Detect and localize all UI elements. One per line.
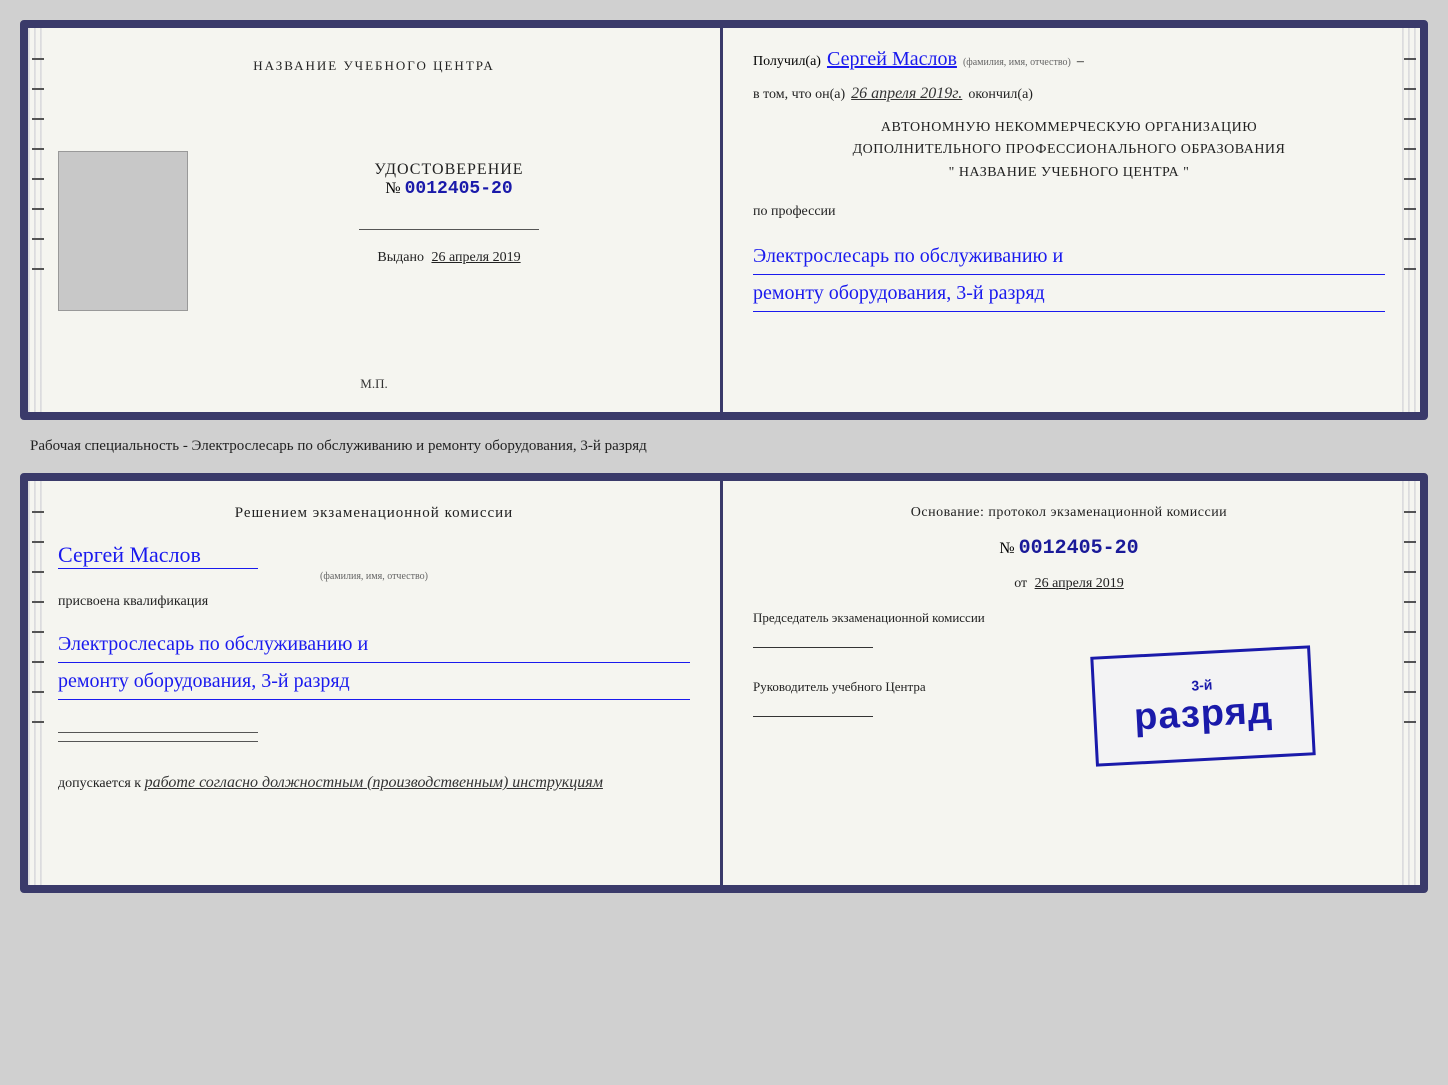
- vydano-block: Выдано 26 апреля 2019: [377, 250, 520, 266]
- spine-mark: [32, 88, 44, 90]
- vydano-label: Выдано: [377, 250, 424, 265]
- card2-left: Решением экзаменационной комиссии Сергей…: [28, 481, 720, 885]
- org-line3: " НАЗВАНИЕ УЧЕБНОГО ЦЕНТРА ": [753, 162, 1385, 184]
- spine-mark: [1404, 691, 1416, 693]
- qualification-stamp: 3-й разряд: [1090, 645, 1315, 766]
- spine-mark: [32, 631, 44, 633]
- spine-mark: [32, 661, 44, 663]
- udostoverenie-number: 0012405-20: [405, 179, 513, 199]
- qualification-block: Электрослесарь по обслуживанию и ремонту…: [58, 622, 690, 700]
- spine-mark: [1404, 268, 1416, 270]
- org-block: АВТОНОМНУЮ НЕКОММЕРЧЕСКУЮ ОРГАНИЗАЦИЮ ДО…: [753, 117, 1385, 184]
- recipient-name: Сергей Маслов: [827, 48, 957, 71]
- spine-mark: [32, 721, 44, 723]
- rukovoditel-sign-line: [753, 697, 873, 717]
- qualification-line1: Электрослесарь по обслуживанию и: [58, 626, 690, 663]
- spine-mark: [1404, 571, 1416, 573]
- spine-mark: [32, 511, 44, 513]
- school-name-top: НАЗВАНИЕ УЧЕБНОГО ЦЕНТРА: [253, 58, 494, 74]
- right-marks: [1404, 58, 1416, 270]
- qualification-line2: ремонту оборудования, 3-й разряд: [58, 663, 690, 700]
- left-spine-marks-2: [32, 511, 44, 723]
- okochnil-label: окончил(а): [968, 87, 1033, 103]
- vtom-label: в том, что он(а): [753, 87, 845, 103]
- photo-placeholder: [58, 151, 188, 311]
- divider-line: [359, 229, 539, 230]
- number-prefix: №: [385, 180, 400, 198]
- mp-label: М.П.: [360, 376, 387, 392]
- dopuskaetsya-text: работе согласно должностным (производств…: [145, 774, 603, 791]
- number-prefix-2: №: [999, 540, 1014, 558]
- profession-line2: ремонту оборудования, 3-й разряд: [753, 275, 1385, 312]
- osnovanie: Основание: протокол экзаменационной коми…: [753, 505, 1385, 521]
- spine-mark: [1404, 541, 1416, 543]
- right-marks-2: [1404, 511, 1416, 723]
- left-spine-marks: [32, 58, 44, 270]
- ot-prefix: от: [1014, 576, 1027, 591]
- spine-mark: [32, 238, 44, 240]
- document-card-1: НАЗВАНИЕ УЧЕБНОГО ЦЕНТРА УДОСТОВЕРЕНИЕ №…: [20, 20, 1428, 420]
- spine-mark: [32, 58, 44, 60]
- card2-right: Основание: протокол экзаменационной коми…: [723, 481, 1420, 885]
- fio-small-2: (фамилия, имя, отчество): [58, 571, 690, 582]
- spine-mark: [1404, 601, 1416, 603]
- predsedatel-label: Председатель экзаменационной комиссии: [753, 608, 1385, 628]
- spine-mark: [32, 691, 44, 693]
- poluchil-line: Получил(а) Сергей Маслов (фамилия, имя, …: [753, 48, 1385, 71]
- profession-line1: Электрослесарь по обслуживанию и: [753, 238, 1385, 275]
- vtom-line: в том, что он(а) 26 апреля 2019г. окончи…: [753, 85, 1385, 103]
- spine-mark: [32, 601, 44, 603]
- sign-lines-block: [58, 728, 690, 746]
- dopuskaetsya-block: допускается к работе согласно должностны…: [58, 774, 690, 792]
- stamp-line2: разряд: [1133, 689, 1274, 739]
- po-professii: по профессии: [753, 204, 1385, 220]
- udostoverenie-title: УДОСТОВЕРЕНИЕ: [374, 161, 523, 179]
- spine-mark: [32, 208, 44, 210]
- org-line1: АВТОНОМНУЮ НЕКОММЕРЧЕСКУЮ ОРГАНИЗАЦИЮ: [753, 117, 1385, 139]
- spine-mark: [1404, 58, 1416, 60]
- spine-mark: [1404, 631, 1416, 633]
- stamp-content: 3-й разряд: [1132, 673, 1274, 739]
- sign-line-1: [58, 732, 258, 733]
- spine-mark: [32, 148, 44, 150]
- spine-mark: [1404, 118, 1416, 120]
- vydano-date: 26 апреля 2019: [431, 250, 520, 265]
- completed-date: 26 апреля 2019г.: [851, 85, 962, 103]
- udostoverenie-block: УДОСТОВЕРЕНИЕ № 0012405-20: [374, 161, 523, 199]
- spine-mark: [32, 118, 44, 120]
- name-block-2: Сергей Маслов (фамилия, имя, отчество): [58, 542, 690, 582]
- spine-mark: [1404, 88, 1416, 90]
- spine-mark: [1404, 661, 1416, 663]
- ot-date-value: 26 апреля 2019: [1035, 576, 1124, 591]
- resheniem-title: Решением экзаменационной комиссии: [58, 505, 690, 522]
- spine-mark: [1404, 238, 1416, 240]
- ot-date: от 26 апреля 2019: [753, 576, 1385, 592]
- page-wrapper: НАЗВАНИЕ УЧЕБНОГО ЦЕНТРА УДОСТОВЕРЕНИЕ №…: [20, 20, 1428, 893]
- card1-right: Получил(а) Сергей Маслов (фамилия, имя, …: [723, 28, 1420, 412]
- spine-mark: [32, 571, 44, 573]
- protocol-number: 0012405-20: [1019, 537, 1139, 560]
- org-line2: ДОПОЛНИТЕЛЬНОГО ПРОФЕССИОНАЛЬНОГО ОБРАЗО…: [753, 139, 1385, 161]
- predsedatel-sign-line: [753, 628, 873, 648]
- between-label: Рабочая специальность - Электрослесарь п…: [20, 438, 1428, 455]
- card1-left: НАЗВАНИЕ УЧЕБНОГО ЦЕНТРА УДОСТОВЕРЕНИЕ №…: [28, 28, 720, 412]
- protocol-number-block: № 0012405-20: [753, 537, 1385, 560]
- spine-mark: [1404, 178, 1416, 180]
- spine-mark: [1404, 511, 1416, 513]
- fio-small: (фамилия, имя, отчество): [963, 57, 1071, 68]
- poluchil-label: Получил(а): [753, 54, 821, 70]
- profession-block: Электрослесарь по обслуживанию и ремонту…: [753, 234, 1385, 312]
- recipient-name-2: Сергей Маслов: [58, 542, 258, 569]
- document-card-2: Решением экзаменационной комиссии Сергей…: [20, 473, 1428, 893]
- spine-mark: [32, 268, 44, 270]
- dash: –: [1077, 54, 1084, 70]
- spine-mark: [1404, 208, 1416, 210]
- dopuskaetsya-label: допускается к: [58, 776, 141, 791]
- prisvoena: присвоена квалификация: [58, 594, 690, 610]
- spine-mark: [1404, 148, 1416, 150]
- spine-mark: [32, 541, 44, 543]
- spine-mark: [1404, 721, 1416, 723]
- spine-mark: [32, 178, 44, 180]
- sign-line-2: [58, 741, 258, 742]
